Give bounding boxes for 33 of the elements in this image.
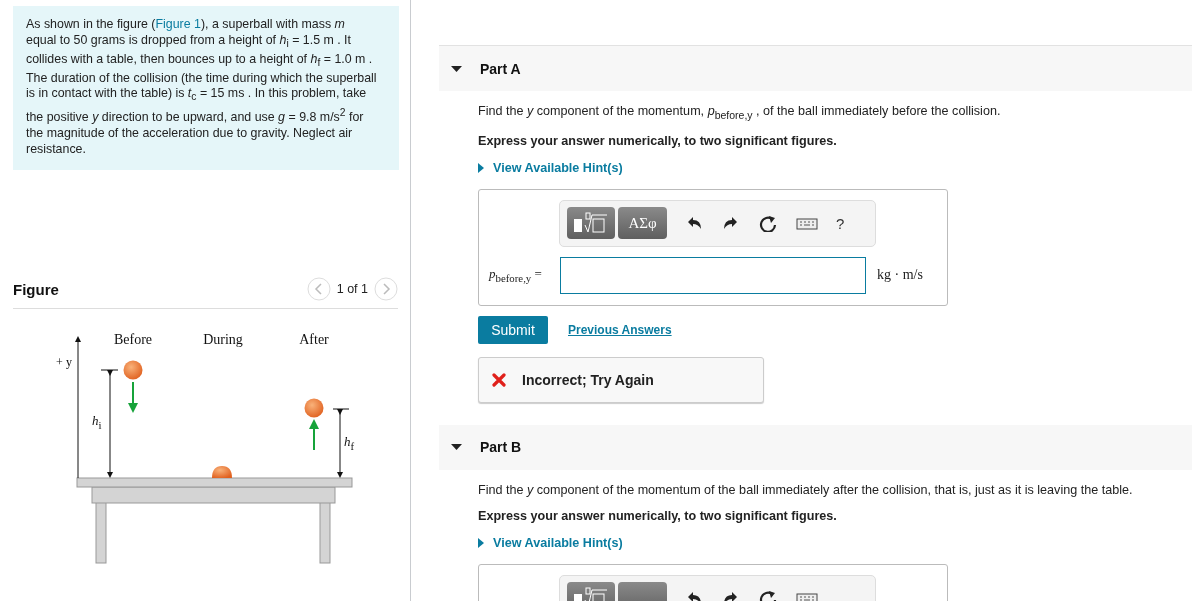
- hint-link[interactable]: View Available Hint(s): [478, 535, 623, 550]
- feedback-text: Incorrect; Try Again: [522, 371, 654, 388]
- ball: [123, 360, 143, 380]
- symbols-button[interactable]: ΑΣφ: [618, 207, 667, 239]
- instruction-text: Express your answer numerically, to two significant figures.: [478, 507, 838, 524]
- figure-title: Figure: [13, 280, 59, 298]
- cross-icon: [492, 372, 506, 387]
- previous-answers-link[interactable]: Previous Answers: [568, 322, 672, 337]
- hint-link[interactable]: View Available Hint(s): [478, 160, 623, 175]
- stage-label: After: [299, 332, 329, 348]
- instruction-text: Express your answer numerically, to two significant figures.: [478, 132, 838, 149]
- ball: [304, 398, 324, 418]
- template-button[interactable]: [567, 207, 615, 239]
- height-label: h$_{i}$: [92, 413, 102, 431]
- input-field[interactable]: [560, 256, 866, 294]
- unit-label: kg · m/s: [877, 267, 923, 283]
- stage-label: During: [203, 332, 243, 348]
- page-indicator: 1 of 1: [336, 282, 368, 297]
- question-text: Find the y component of the momentum of the ball immediately after the collision, that is, just as it is leaving the table.: [478, 481, 1134, 498]
- axis-label: + y: [56, 355, 72, 370]
- stage-label: Before: [113, 332, 153, 348]
- part-header[interactable]: Part B: [439, 424, 1192, 470]
- help-button[interactable]: ?: [832, 214, 849, 232]
- reset-icon[interactable]: [758, 214, 778, 232]
- height-label: h$_{f}$: [344, 434, 355, 452]
- question-text: Find the y component of the momentum, p$_{before,y}$ , of the ball immediately before the collision.: [478, 103, 1002, 123]
- part-header[interactable]: Part A: [439, 46, 1192, 91]
- height-dimension: [332, 408, 350, 479]
- velocity-arrow: [309, 419, 319, 452]
- figure-link[interactable]: Figure 1: [155, 17, 201, 31]
- submit-button[interactable]: Submit: [478, 315, 548, 344]
- velocity-arrow: [128, 381, 138, 414]
- field-label: p$_{before,y}$ =: [487, 266, 543, 284]
